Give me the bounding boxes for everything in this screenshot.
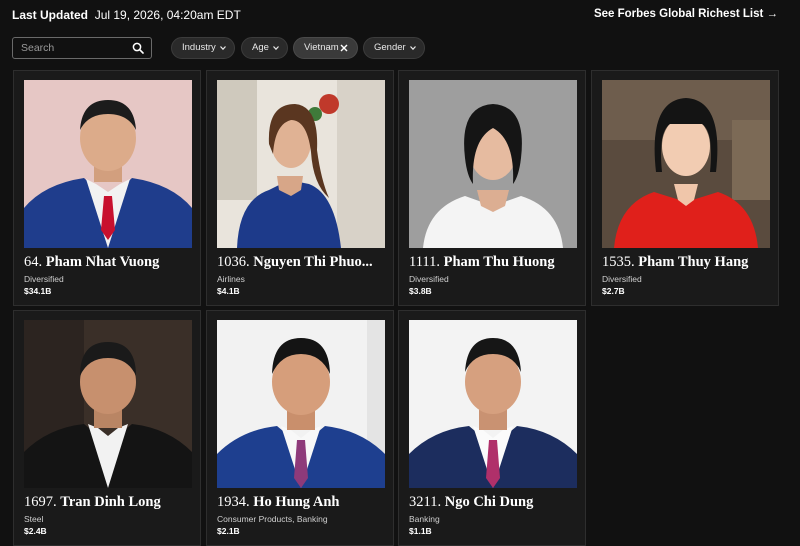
billionaire-card[interactable]: 64. Pham Nhat Vuong Diversified $34.1B bbox=[13, 70, 201, 306]
search-input[interactable] bbox=[13, 38, 131, 58]
industry-filter-label: Industry bbox=[182, 42, 216, 53]
net-worth: $2.7B bbox=[602, 286, 625, 296]
name-line: 1036. Nguyen Thi Phuo... bbox=[217, 254, 389, 272]
rank: 1697. bbox=[24, 494, 57, 510]
rank: 1934. bbox=[217, 494, 250, 510]
industry: Diversified bbox=[602, 274, 642, 284]
chevron-down-icon bbox=[273, 46, 279, 51]
person-name[interactable]: Ngo Chi Dung bbox=[445, 494, 534, 510]
chevron-down-icon bbox=[410, 46, 416, 51]
name-line: 1535. Pham Thuy Hang bbox=[602, 254, 774, 272]
billionaire-card[interactable]: 1535. Pham Thuy Hang Diversified $2.7B bbox=[591, 70, 779, 306]
rank: 64. bbox=[24, 254, 43, 270]
portrait-photo bbox=[217, 80, 385, 248]
close-icon[interactable] bbox=[339, 43, 349, 53]
industry: Steel bbox=[24, 514, 44, 524]
person-name[interactable]: Nguyen Thi Phuo... bbox=[253, 254, 372, 270]
portrait-photo bbox=[602, 80, 770, 248]
industry: Diversified bbox=[409, 274, 449, 284]
billionaire-card[interactable]: 1934. Ho Hung Anh Consumer Products, Ban… bbox=[206, 310, 394, 546]
person-name[interactable]: Pham Thu Huong bbox=[444, 254, 555, 270]
chevron-down-icon bbox=[220, 46, 226, 51]
portrait-photo bbox=[409, 80, 577, 248]
age-filter[interactable]: Age bbox=[241, 37, 288, 59]
filter-bar: Industry Age Vietnam Gender bbox=[0, 36, 800, 62]
name-line: 1111. Pham Thu Huong bbox=[409, 254, 581, 272]
industry: Diversified bbox=[24, 274, 64, 284]
net-worth: $4.1B bbox=[217, 286, 240, 296]
name-line: 1697. Tran Dinh Long bbox=[24, 494, 196, 512]
rank: 3211. bbox=[409, 494, 442, 510]
age-filter-label: Age bbox=[252, 42, 269, 53]
billionaire-card[interactable]: 3211. Ngo Chi Dung Banking $1.1B bbox=[398, 310, 586, 546]
gender-filter[interactable]: Gender bbox=[363, 37, 425, 59]
portrait-photo bbox=[409, 320, 577, 488]
industry: Airlines bbox=[217, 274, 245, 284]
billionaire-card[interactable]: 1111. Pham Thu Huong Diversified $3.8B bbox=[398, 70, 586, 306]
billionaire-card[interactable]: 1036. Nguyen Thi Phuo... Airlines $4.1B bbox=[206, 70, 394, 306]
name-line: 1934. Ho Hung Anh bbox=[217, 494, 389, 512]
net-worth: $2.4B bbox=[24, 526, 47, 536]
portrait-photo bbox=[24, 80, 192, 248]
country-filter-label: Vietnam bbox=[304, 42, 339, 53]
last-updated-value: Jul 19, 2026, 04:20am EDT bbox=[94, 8, 241, 22]
country-filter-vietnam[interactable]: Vietnam bbox=[293, 37, 358, 59]
portrait-photo bbox=[24, 320, 192, 488]
net-worth: $3.8B bbox=[409, 286, 432, 296]
global-richest-link[interactable]: See Forbes Global Richest List → bbox=[594, 8, 778, 20]
search-icon[interactable] bbox=[132, 42, 144, 54]
net-worth: $1.1B bbox=[409, 526, 432, 536]
industry-filter[interactable]: Industry bbox=[171, 37, 235, 59]
top-bar: Last Updated Jul 19, 2026, 04:20am EDT S… bbox=[0, 0, 800, 30]
person-name[interactable]: Pham Nhat Vuong bbox=[46, 254, 160, 270]
net-worth: $34.1B bbox=[24, 286, 52, 296]
industry: Banking bbox=[409, 514, 440, 524]
name-line: 64. Pham Nhat Vuong bbox=[24, 254, 196, 272]
last-updated-label: Last Updated bbox=[12, 8, 89, 22]
person-name[interactable]: Tran Dinh Long bbox=[60, 494, 160, 510]
net-worth: $2.1B bbox=[217, 526, 240, 536]
industry: Consumer Products, Banking bbox=[217, 514, 328, 524]
billionaire-card[interactable]: 1697. Tran Dinh Long Steel $2.4B bbox=[13, 310, 201, 546]
search-box[interactable] bbox=[12, 37, 152, 59]
last-updated: Last Updated Jul 19, 2026, 04:20am EDT bbox=[12, 8, 241, 22]
name-line: 3211. Ngo Chi Dung bbox=[409, 494, 581, 512]
person-name[interactable]: Pham Thuy Hang bbox=[638, 254, 748, 270]
rank: 1111. bbox=[409, 254, 441, 270]
rank: 1535. bbox=[602, 254, 635, 270]
gender-filter-label: Gender bbox=[374, 42, 406, 53]
rank: 1036. bbox=[217, 254, 250, 270]
person-name[interactable]: Ho Hung Anh bbox=[253, 494, 339, 510]
portrait-photo bbox=[217, 320, 385, 488]
